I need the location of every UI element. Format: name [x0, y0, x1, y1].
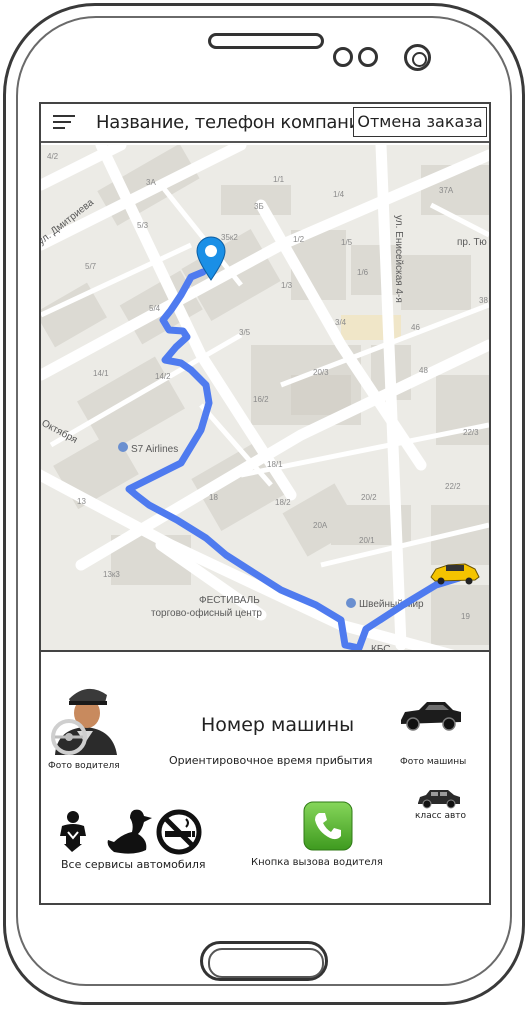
home-button[interactable]	[200, 941, 328, 981]
svg-text:18/2: 18/2	[275, 498, 291, 507]
svg-text:4/2: 4/2	[47, 152, 59, 161]
svg-text:1/2: 1/2	[293, 235, 305, 244]
svg-text:38: 38	[479, 296, 488, 305]
svg-text:КБС: КБС	[371, 644, 391, 652]
child-seat-icon	[56, 810, 90, 852]
svg-text:20/3: 20/3	[313, 368, 329, 377]
svg-text:22/3: 22/3	[463, 428, 479, 437]
svg-text:16/2: 16/2	[253, 395, 269, 404]
svg-text:3/5: 3/5	[239, 328, 251, 337]
svg-text:20/2: 20/2	[361, 493, 377, 502]
svg-text:48: 48	[419, 366, 428, 375]
svg-text:37А: 37А	[439, 186, 454, 195]
svg-text:13: 13	[77, 497, 86, 506]
no-smoking-icon	[156, 809, 202, 855]
svg-text:18: 18	[209, 493, 218, 502]
svg-text:46: 46	[411, 323, 420, 332]
svg-text:5/4: 5/4	[149, 304, 161, 313]
driver-info-panel: Фото водителя Номер машины Ориентировочн…	[41, 653, 489, 903]
map-view[interactable]: 4/2 3А 1/1 1/4 37А 5/3 35к2 1/2 1/5 3Б 5/7 5/4…	[41, 145, 489, 652]
svg-text:пр. Тю: пр. Тю	[457, 237, 487, 248]
svg-text:ул. Енисейская 4-я: ул. Енисейская 4-я	[393, 215, 404, 303]
cancel-order-button[interactable]: Отмена заказа	[353, 107, 487, 137]
svg-text:1/6: 1/6	[357, 268, 369, 277]
svg-text:3/4: 3/4	[335, 318, 347, 327]
driver-photo-label: Фото водителя	[48, 761, 120, 771]
car-photo-label: Фото машины	[400, 757, 467, 767]
svg-text:S7 Airlines: S7 Airlines	[131, 444, 178, 455]
call-driver-label: Кнопка вызова водителя	[251, 857, 383, 868]
sensor-icon	[358, 47, 378, 67]
speaker-grille	[208, 33, 324, 49]
pet-icon	[104, 806, 154, 856]
driver-avatar-icon[interactable]	[47, 681, 123, 755]
company-title: Название, телефон компании	[96, 112, 372, 133]
svg-text:1/1: 1/1	[273, 175, 285, 184]
car-class-icon	[416, 789, 462, 809]
svg-text:14/1: 14/1	[93, 369, 109, 378]
sensor-icon	[333, 47, 353, 67]
car-class-label: класс авто	[415, 811, 467, 821]
svg-text:ФЕСТИВАЛЬ: ФЕСТИВАЛЬ	[199, 595, 260, 606]
svg-text:3А: 3А	[146, 178, 156, 187]
phone-call-icon[interactable]	[303, 801, 353, 851]
eta-label: Ориентировочное время прибытия	[169, 754, 373, 767]
svg-text:20А: 20А	[313, 521, 328, 530]
svg-text:5/7: 5/7	[85, 262, 97, 271]
svg-text:35к2: 35к2	[221, 233, 238, 242]
svg-text:20/1: 20/1	[359, 536, 375, 545]
svg-text:18/1: 18/1	[267, 460, 283, 469]
svg-text:1/4: 1/4	[333, 190, 345, 199]
svg-text:19: 19	[461, 612, 470, 621]
svg-text:1/5: 1/5	[341, 238, 353, 247]
svg-text:1/3: 1/3	[281, 281, 293, 290]
top-bar: Название, телефон компании Отмена заказа	[41, 104, 489, 143]
camera-icon	[404, 44, 431, 71]
svg-text:22/2: 22/2	[445, 482, 461, 491]
services-label: Все сервисы автомобиля	[61, 858, 206, 871]
svg-text:13к3: 13к3	[103, 570, 120, 579]
svg-text:3Б: 3Б	[254, 202, 264, 211]
svg-text:5/3: 5/3	[137, 221, 149, 230]
app-screen: Название, телефон компании Отмена заказа	[39, 102, 491, 905]
svg-text:14/2: 14/2	[155, 372, 171, 381]
hamburger-menu-icon[interactable]	[53, 113, 77, 133]
svg-text:торгово-офисный центр: торгово-офисный центр	[151, 607, 262, 619]
car-number: Номер машины	[201, 714, 355, 736]
car-photo-icon[interactable]	[399, 696, 463, 734]
